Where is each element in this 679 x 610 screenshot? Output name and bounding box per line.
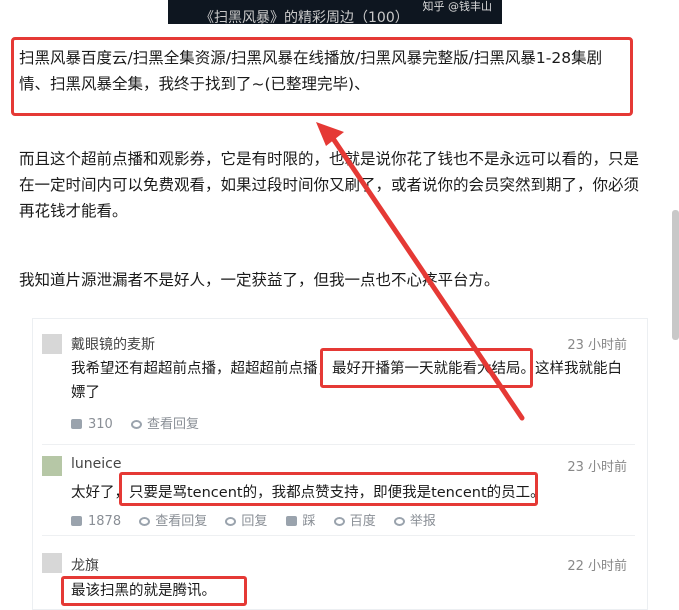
highlight-box	[11, 37, 633, 116]
view-replies-button[interactable]: 查看回复	[130, 413, 199, 432]
comment-actions: 310 查看回复	[71, 413, 213, 432]
dislike-button[interactable]: 踩	[285, 510, 316, 529]
divider	[42, 535, 635, 536]
comment-username[interactable]: 戴眼镜的麦斯	[71, 334, 155, 354]
comment-bubble-icon	[130, 420, 142, 429]
share-button[interactable]: 百度	[333, 510, 376, 529]
thumbs-down-icon	[285, 516, 297, 526]
comment-actions: 1878 查看回复 回复 踩 百度 举报	[71, 510, 450, 529]
thumbnail-caption: 《扫黑风暴》的精彩周边（100）	[200, 10, 409, 24]
thumbs-up-icon	[71, 419, 82, 429]
like-button[interactable]: 310	[71, 417, 113, 432]
view-replies-button[interactable]: 查看回复	[139, 510, 207, 529]
video-thumbnail[interactable]: 《扫黑风暴》的精彩周边（100） 知乎 @钱丰山	[168, 0, 502, 24]
watermark: 知乎 @钱丰山	[422, 0, 493, 13]
thumbs-up-icon	[71, 516, 82, 526]
annotation-box	[61, 576, 247, 606]
comment-time: 23 小时前	[567, 460, 627, 475]
comment-time: 22 小时前	[567, 559, 627, 574]
arrow-head	[316, 122, 344, 146]
divider	[42, 444, 635, 445]
annotation-box	[119, 472, 538, 506]
share-icon	[333, 517, 345, 526]
avatar[interactable]	[42, 456, 62, 476]
avatar[interactable]	[42, 334, 62, 354]
paragraph-2: 我知道片源泄漏者不是好人，一定获益了，但我一点也不心疼平台方。	[19, 271, 500, 289]
reply-button[interactable]: 回复	[225, 510, 267, 529]
comment-username[interactable]: luneice	[71, 456, 121, 472]
annotation-box	[320, 348, 533, 388]
comment-time: 23 小时前	[567, 338, 627, 353]
paragraph-1: 而且这个超前点播和观影券，它是有时限的，也就是说你花了钱也不是永远可以看的，只是…	[19, 150, 640, 220]
comment-username[interactable]: 龙旗	[71, 555, 99, 575]
avatar[interactable]	[42, 553, 62, 573]
scrollbar[interactable]	[672, 210, 679, 340]
report-button[interactable]: 举报	[393, 510, 436, 529]
comment-bubble-icon	[139, 517, 151, 526]
like-button[interactable]: 1878	[71, 514, 121, 529]
flag-icon	[393, 517, 405, 526]
reply-icon	[225, 517, 237, 526]
